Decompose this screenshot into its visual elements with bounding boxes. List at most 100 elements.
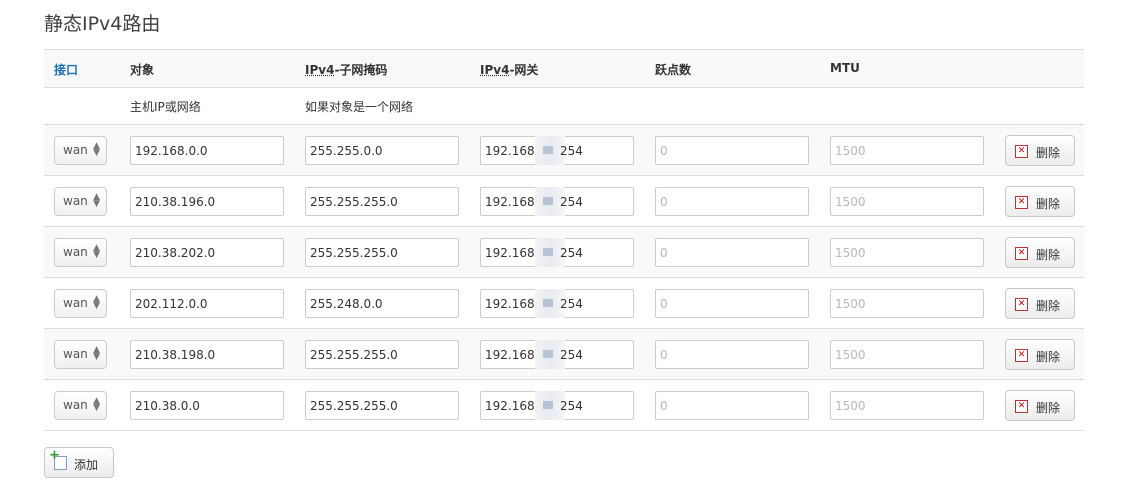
routes-table: 接口 对象 IPv4-子网掩码 IPv4-网关 跃点数 MTU 主机IP或网络 … <box>44 49 1084 431</box>
netmask-input[interactable]: 255.255.255.0 <box>305 340 459 369</box>
netmask-input[interactable]: 255.255.255.0 <box>305 187 459 216</box>
delete-label: 删除 <box>1036 350 1061 364</box>
delete-icon: ✕ <box>1015 247 1028 260</box>
table-descriptions: 主机IP或网络 如果对象是一个网络 <box>44 88 1084 125</box>
table-row: wan ▲ ▼ 192.168.0.0 255.255.0.0 192.168 25… <box>44 125 1084 176</box>
gateway-rest: -网关 <box>509 63 539 77</box>
target-input[interactable]: 210.38.0.0 <box>130 391 284 420</box>
delete-icon: ✕ <box>1015 298 1028 311</box>
interface-value: wan <box>63 143 88 157</box>
delete-button[interactable]: ✕ 删除 <box>1005 135 1075 166</box>
target-input[interactable]: 202.112.0.0 <box>130 289 284 318</box>
delete-label: 删除 <box>1036 197 1061 211</box>
gateway-input[interactable]: 192.168 254 <box>480 136 634 165</box>
up-down-arrows-icon: ▲ ▼ <box>93 294 100 311</box>
gateway-value-suffix: 254 <box>560 144 583 158</box>
netmask-input[interactable]: 255.255.0.0 <box>305 136 459 165</box>
metric-input[interactable]: 0 <box>655 136 809 165</box>
metric-input[interactable]: 0 <box>655 391 809 420</box>
delete-button[interactable]: ✕ 删除 <box>1005 288 1075 319</box>
table-row: wan ▲ ▼ 202.112.0.0 255.248.0.0 192.168 25… <box>44 278 1084 329</box>
mtu-input[interactable]: 1500 <box>830 187 984 216</box>
desc-target: 主机IP或网络 <box>130 100 201 114</box>
header-gateway: IPv4-网关 <box>480 61 538 78</box>
gateway-input[interactable]: 192.168 254 <box>480 289 634 318</box>
interface-select[interactable]: wan ▲ ▼ <box>54 187 107 216</box>
metric-input[interactable]: 0 <box>655 340 809 369</box>
interface-select[interactable]: wan ▲ ▼ <box>54 136 107 165</box>
mtu-input[interactable]: 1500 <box>830 391 984 420</box>
page-title: 静态IPv4路由 <box>44 13 161 35</box>
delete-icon: ✕ <box>1015 400 1028 413</box>
target-input[interactable]: 210.38.198.0 <box>130 340 284 369</box>
interface-value: wan <box>63 245 88 259</box>
delete-icon: ✕ <box>1015 145 1028 158</box>
gateway-value-prefix: 192.168 <box>485 297 535 311</box>
netmask-input[interactable]: 255.255.255.0 <box>305 238 459 267</box>
interface-select[interactable]: wan ▲ ▼ <box>54 289 107 318</box>
target-input[interactable]: 210.38.202.0 <box>130 238 284 267</box>
interface-select[interactable]: wan ▲ ▼ <box>54 238 107 267</box>
gateway-input[interactable]: 192.168 254 <box>480 340 634 369</box>
up-down-arrows-icon: ▲ ▼ <box>93 141 100 158</box>
metric-input[interactable]: 0 <box>655 289 809 318</box>
delete-icon: ✕ <box>1015 349 1028 362</box>
netmask-rest: -子网掩码 <box>334 63 388 77</box>
netmask-input[interactable]: 255.255.255.0 <box>305 391 459 420</box>
mtu-input[interactable]: 1500 <box>830 289 984 318</box>
netmask-input[interactable]: 255.248.0.0 <box>305 289 459 318</box>
delete-button[interactable]: ✕ 删除 <box>1005 186 1075 217</box>
up-down-arrows-icon: ▲ ▼ <box>93 243 100 260</box>
table-row: wan ▲ ▼ 210.38.198.0 255.255.255.0 192.168… <box>44 329 1084 380</box>
gateway-value-prefix: 192.168 <box>485 399 535 413</box>
delete-button[interactable]: ✕ 删除 <box>1005 339 1075 370</box>
gateway-value-suffix: 254 <box>560 246 583 260</box>
gateway-value-prefix: 192.168. <box>485 195 539 209</box>
up-down-arrows-icon: ▲ ▼ <box>93 192 100 209</box>
delete-label: 删除 <box>1036 248 1061 262</box>
mtu-input[interactable]: 1500 <box>830 136 984 165</box>
add-icon <box>49 448 67 470</box>
gateway-value-prefix: 192.168 <box>485 348 535 362</box>
gateway-value-suffix: 254 <box>560 195 583 209</box>
add-label: 添加 <box>74 458 99 472</box>
header-mtu: MTU <box>830 61 860 75</box>
table-header: 接口 对象 IPv4-子网掩码 IPv4-网关 跃点数 MTU <box>44 49 1084 88</box>
up-down-arrows-icon: ▲ ▼ <box>93 345 100 362</box>
interface-value: wan <box>63 347 88 361</box>
add-button[interactable]: 添加 <box>44 447 114 478</box>
gateway-input[interactable]: 192.168. 254 <box>480 187 634 216</box>
delete-label: 删除 <box>1036 401 1061 415</box>
netmask-abbr: IPv4 <box>305 63 335 77</box>
gateway-value-suffix: 254 <box>560 399 583 413</box>
header-netmask: IPv4-子网掩码 <box>305 61 387 78</box>
up-down-arrows-icon: ▲ ▼ <box>93 396 100 413</box>
mtu-input[interactable]: 1500 <box>830 238 984 267</box>
table-body: wan ▲ ▼ 192.168.0.0 255.255.0.0 192.168 25… <box>44 125 1084 431</box>
delete-button[interactable]: ✕ 删除 <box>1005 237 1075 268</box>
gateway-abbr: IPv4 <box>480 63 510 77</box>
mtu-input[interactable]: 1500 <box>830 340 984 369</box>
header-target: 对象 <box>130 63 155 77</box>
delete-icon: ✕ <box>1015 196 1028 209</box>
interface-value: wan <box>63 194 88 208</box>
header-interface[interactable]: 接口 <box>54 61 78 78</box>
interface-select[interactable]: wan ▲ ▼ <box>54 391 107 420</box>
target-input[interactable]: 210.38.196.0 <box>130 187 284 216</box>
table-row: wan ▲ ▼ 210.38.196.0 255.255.255.0 192.168… <box>44 176 1084 227</box>
delete-label: 删除 <box>1036 146 1061 160</box>
interface-select[interactable]: wan ▲ ▼ <box>54 340 107 369</box>
table-row: wan ▲ ▼ 210.38.202.0 255.255.255.0 192.168… <box>44 227 1084 278</box>
delete-label: 删除 <box>1036 299 1061 313</box>
header-metric: 跃点数 <box>655 63 692 77</box>
target-input[interactable]: 192.168.0.0 <box>130 136 284 165</box>
metric-input[interactable]: 0 <box>655 187 809 216</box>
gateway-input[interactable]: 192.168.1 254 <box>480 238 634 267</box>
interface-value: wan <box>63 398 88 412</box>
desc-netmask: 如果对象是一个网络 <box>305 100 414 114</box>
interface-value: wan <box>63 296 88 310</box>
metric-input[interactable]: 0 <box>655 238 809 267</box>
delete-button[interactable]: ✕ 删除 <box>1005 390 1075 421</box>
gateway-input[interactable]: 192.168 254 <box>480 391 634 420</box>
table-row: wan ▲ ▼ 210.38.0.0 255.255.255.0 192.168 2… <box>44 380 1084 431</box>
